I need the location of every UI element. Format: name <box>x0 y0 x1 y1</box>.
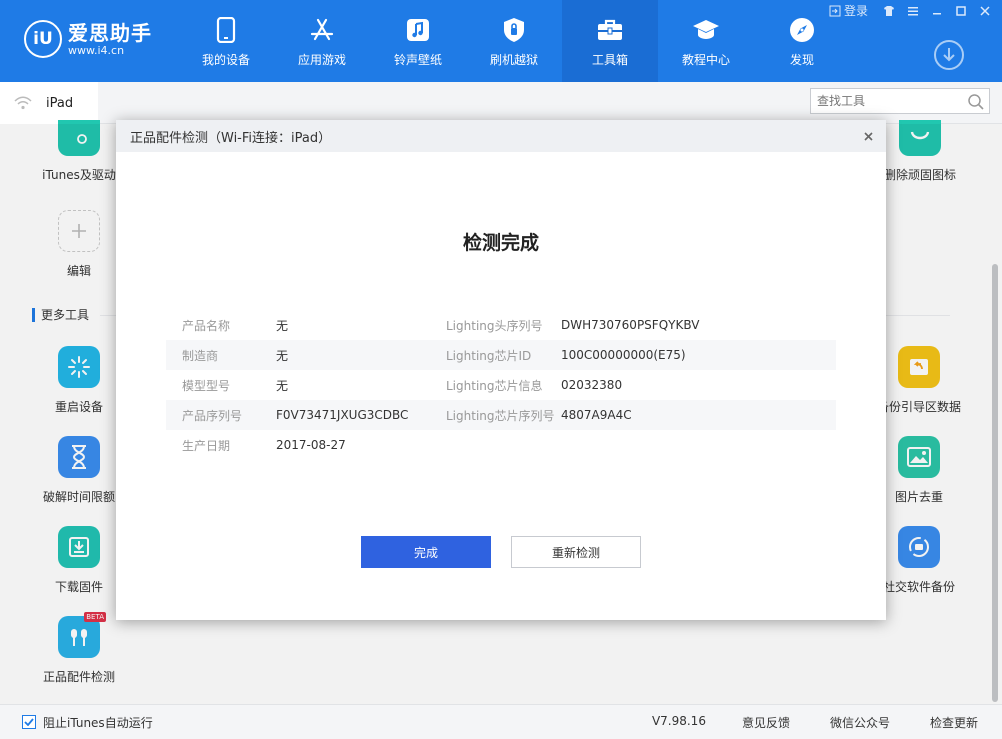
info-label: 产品序列号 <box>182 408 243 423</box>
shield-icon <box>500 16 528 44</box>
download-icon[interactable] <box>934 40 964 70</box>
tool-search-input[interactable] <box>817 94 965 108</box>
login-icon <box>829 5 841 16</box>
top-bar: iU 爱思助手 www.i4.cn 我的设备 应用游戏 铃声壁纸 刷机越狱 工具… <box>0 0 1002 82</box>
recheck-button[interactable]: 重新检测 <box>511 536 641 568</box>
menu-icon[interactable] <box>904 3 922 19</box>
info-row: 制造商 无 Lighting芯片ID 100C00000000(E75) <box>166 340 836 370</box>
nav-toolbox[interactable]: 工具箱 <box>562 0 658 82</box>
app-logo: iU 爱思助手 www.i4.cn <box>24 20 152 58</box>
login-button[interactable]: 登录 <box>829 2 868 19</box>
nav-flash-jailbreak[interactable]: 刷机越狱 <box>466 0 562 82</box>
nav-label: 我的设备 <box>201 53 250 67</box>
info-value: 02032380 <box>561 378 623 392</box>
accessory-check-dialog: 正品配件检测（Wi-Fi连接：iPad） 检测完成 产品名称 无 Lightin… <box>116 120 886 620</box>
dialog-title: 正品配件检测（Wi-Fi连接：iPad） <box>130 130 332 146</box>
compass-icon <box>788 16 816 44</box>
info-row: 产品序列号 F0V73471JXUG3CDBC Lighting芯片序列号 48… <box>166 400 836 430</box>
phone-icon <box>212 16 240 44</box>
status-links: V7.98.16 意见反馈 微信公众号 检查更新 <box>652 714 978 731</box>
info-value: 无 <box>276 378 289 393</box>
info-row: 产品名称 无 Lighting头序列号 DWH730760PSFQYKBV <box>166 310 836 340</box>
block-itunes-checkbox[interactable] <box>22 715 36 729</box>
graduation-cap-icon <box>692 16 720 44</box>
logo-name: 爱思助手 <box>68 20 152 45</box>
close-icon[interactable] <box>860 128 876 144</box>
info-row: 生产日期 2017-08-27 <box>166 430 836 460</box>
info-label: 制造商 <box>182 348 219 363</box>
info-label: 产品名称 <box>182 318 231 333</box>
dialog-header: 正品配件检测（Wi-Fi连接：iPad） <box>116 120 886 152</box>
info-label: 模型型号 <box>182 378 231 393</box>
version-label: V7.98.16 <box>651 714 706 728</box>
login-label: 登录 <box>843 4 868 18</box>
info-value: F0V73471JXUG3CDBC <box>276 408 409 422</box>
done-button[interactable]: 完成 <box>361 536 491 568</box>
checkmark-icon <box>24 718 34 726</box>
wechat-link[interactable]: 微信公众号 <box>830 714 890 731</box>
maximize-icon[interactable] <box>952 3 970 19</box>
wifi-icon <box>14 96 32 110</box>
check-update-link[interactable]: 检查更新 <box>930 714 978 731</box>
minimize-icon[interactable] <box>928 3 946 19</box>
nav-tutorial-center[interactable]: 教程中心 <box>658 0 754 82</box>
nav-label: 发现 <box>789 53 814 67</box>
info-label: Lighting芯片序列号 <box>446 408 555 423</box>
accessory-info-table: 产品名称 无 Lighting头序列号 DWH730760PSFQYKBV 制造… <box>166 310 836 460</box>
nav-label: 工具箱 <box>591 53 628 67</box>
nav-label: 教程中心 <box>681 53 730 67</box>
device-name: iPad <box>46 95 74 111</box>
result-heading: 检测完成 <box>462 232 539 254</box>
nav-label: 刷机越狱 <box>489 53 538 67</box>
nav-ringtones-wallpapers[interactable]: 铃声壁纸 <box>370 0 466 82</box>
device-tab[interactable]: iPad <box>0 82 98 124</box>
close-window-icon[interactable] <box>976 3 994 19</box>
nav-my-device[interactable]: 我的设备 <box>178 0 274 82</box>
info-value: DWH730760PSFQYKBV <box>561 318 700 332</box>
tool-search <box>810 88 990 114</box>
logo-mark: iU <box>24 20 62 58</box>
app-store-icon <box>308 16 336 44</box>
music-icon <box>404 16 432 44</box>
shirt-skin-icon[interactable] <box>880 3 898 19</box>
logo-url: www.i4.cn <box>68 43 125 57</box>
info-value: 无 <box>276 348 289 363</box>
info-value: 2017-08-27 <box>276 438 346 452</box>
nav-label: 应用游戏 <box>297 53 346 67</box>
main-nav: 我的设备 应用游戏 铃声壁纸 刷机越狱 工具箱 教程中心 发现 <box>178 0 850 82</box>
status-bar: 阻止iTunes自动运行 V7.98.16 意见反馈 微信公众号 检查更新 <box>0 704 1002 739</box>
info-label: 生产日期 <box>182 438 231 453</box>
info-value: 100C00000000(E75) <box>561 348 686 362</box>
info-label: Lighting芯片ID <box>446 348 532 363</box>
info-label: Lighting芯片信息 <box>446 378 543 393</box>
search-icon[interactable] <box>967 93 985 111</box>
info-row: 模型型号 无 Lighting芯片信息 02032380 <box>166 370 836 400</box>
device-tab-bar: iPad <box>0 82 1002 124</box>
info-value: 4807A9A4C <box>561 408 632 422</box>
window-controls: 登录 <box>829 2 994 19</box>
info-label: Lighting头序列号 <box>446 318 543 333</box>
toolbox-icon <box>596 16 624 44</box>
info-value: 无 <box>276 318 289 333</box>
nav-apps-games[interactable]: 应用游戏 <box>274 0 370 82</box>
block-itunes-label[interactable]: 阻止iTunes自动运行 <box>43 714 153 731</box>
feedback-link[interactable]: 意见反馈 <box>742 714 790 731</box>
nav-label: 铃声壁纸 <box>393 53 442 67</box>
